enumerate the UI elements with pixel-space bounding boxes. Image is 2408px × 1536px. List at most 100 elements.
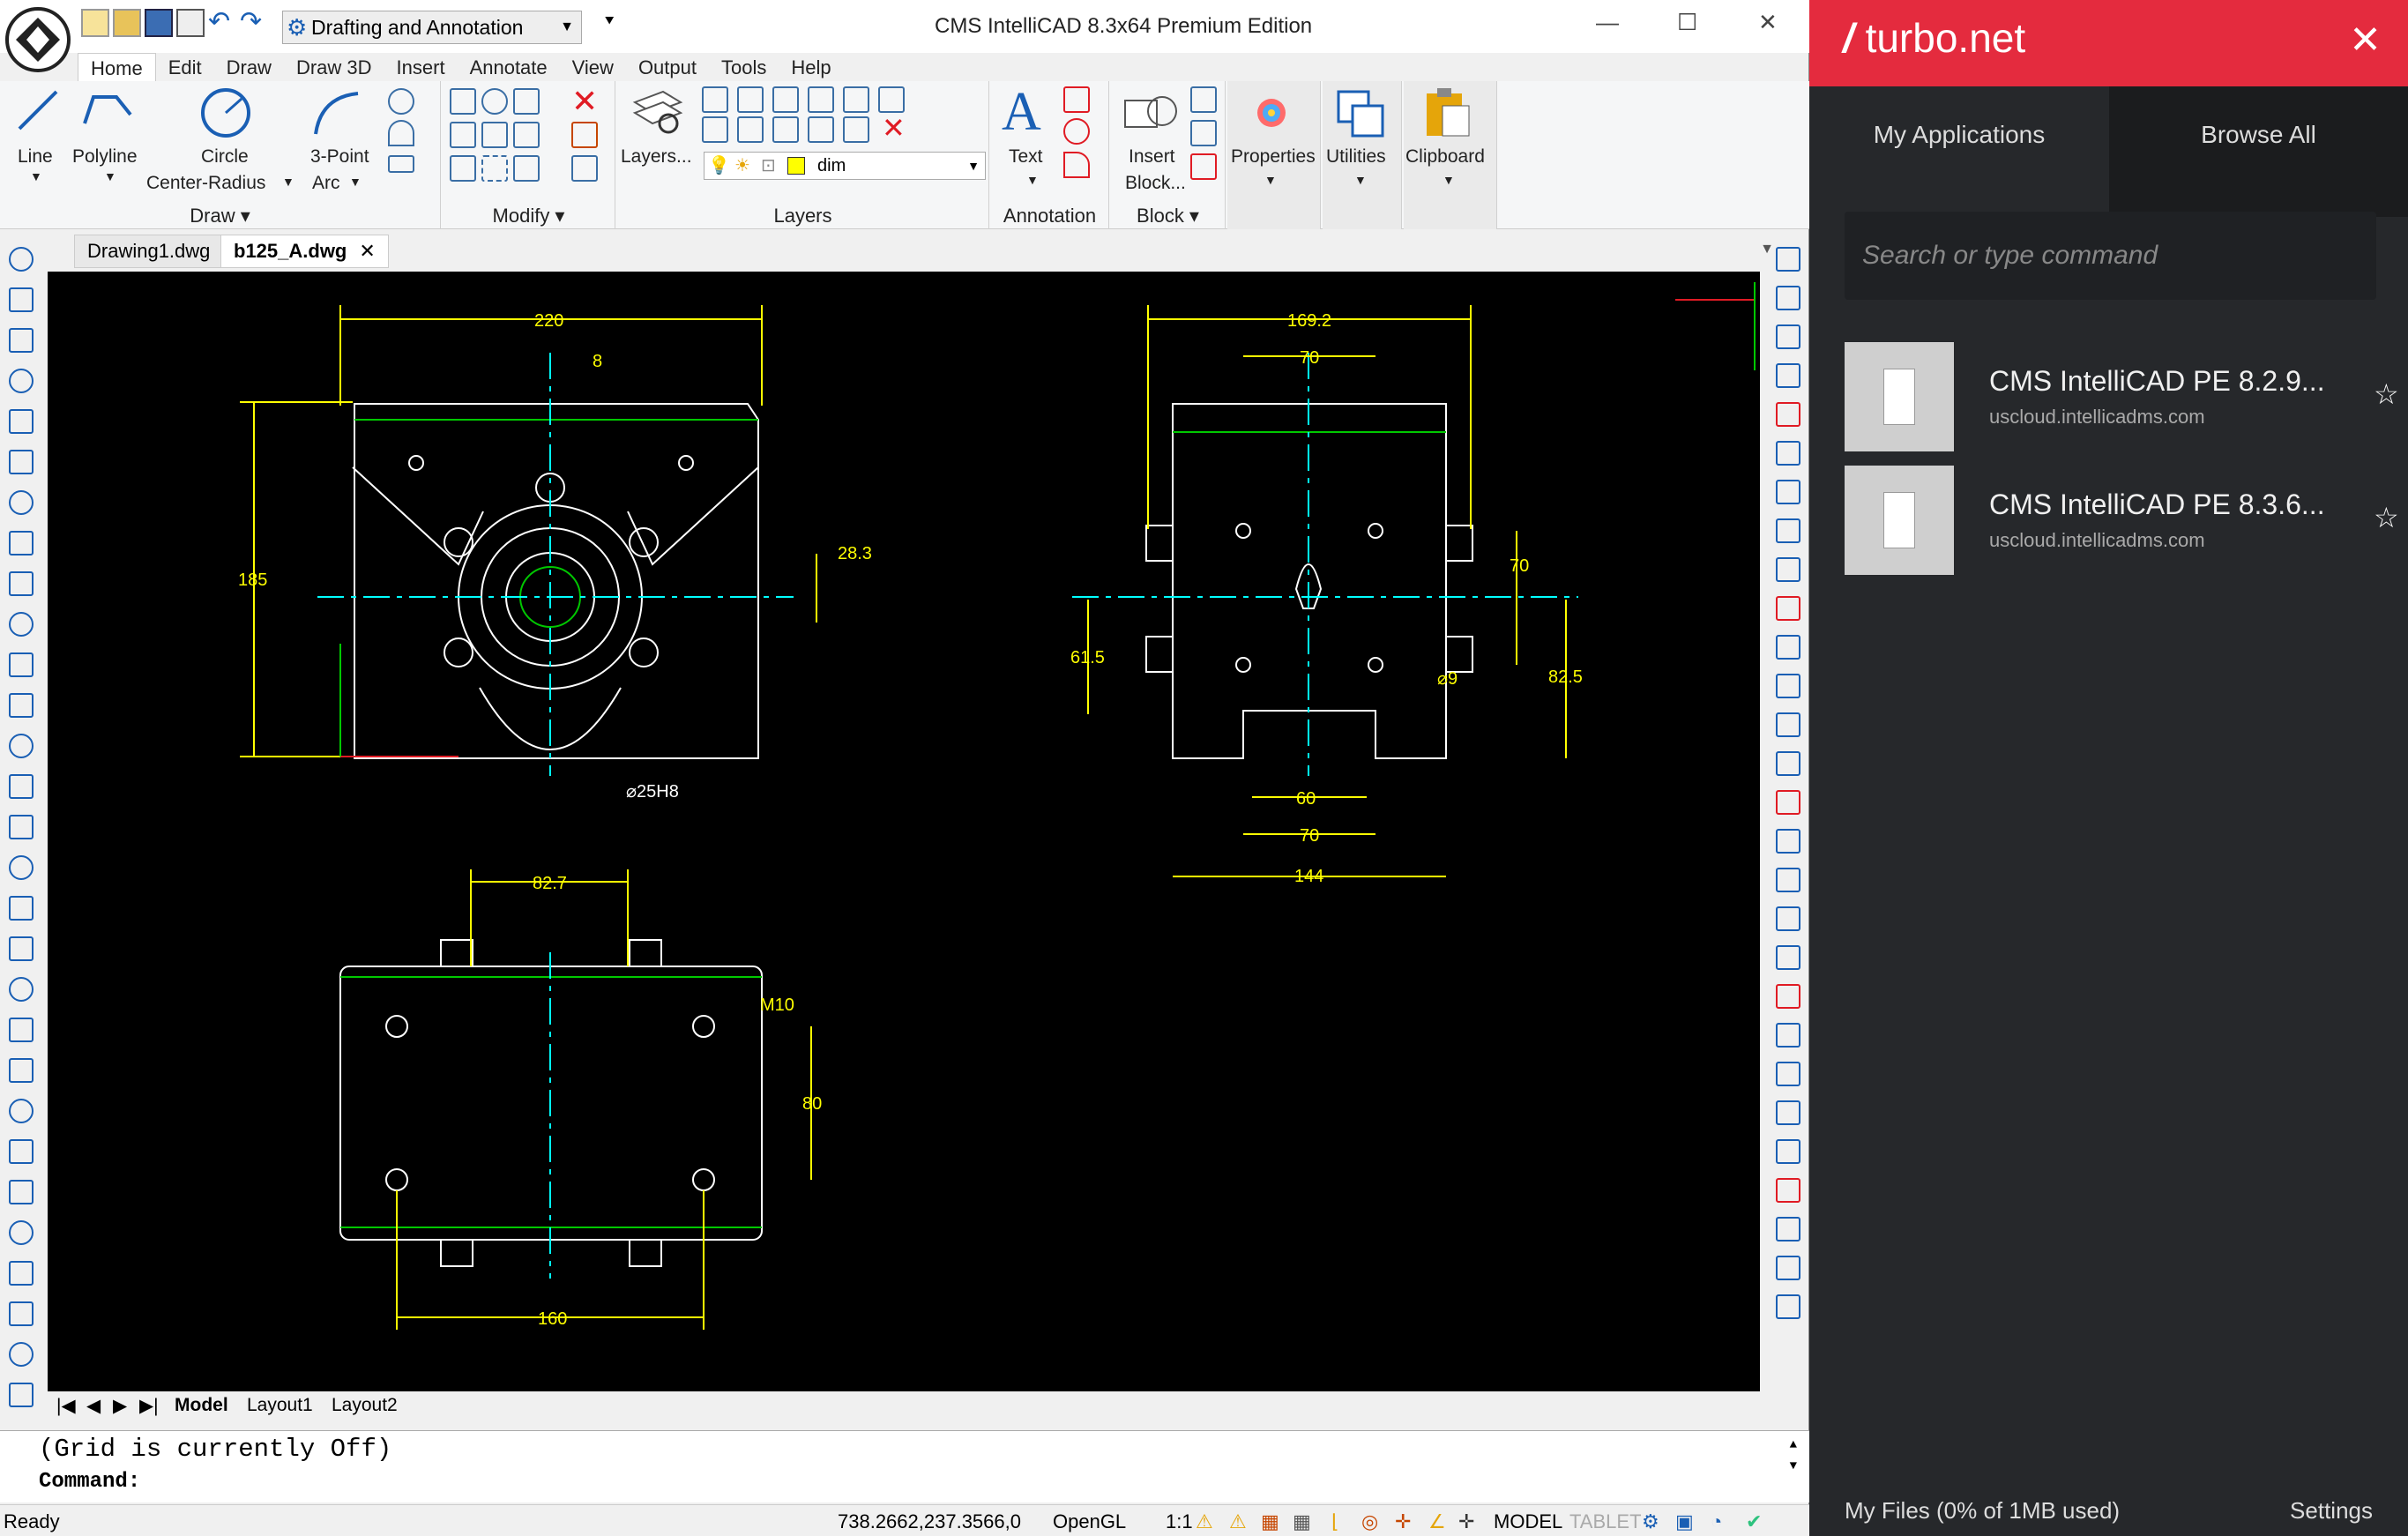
- text-button[interactable]: Text: [1009, 146, 1043, 168]
- measure-tool-icon[interactable]: [1776, 984, 1800, 1009]
- maximize-button[interactable]: ☐: [1677, 9, 1697, 36]
- circle-mode[interactable]: Center-Radius: [146, 173, 265, 194]
- layer-tool-6-icon[interactable]: [878, 86, 905, 113]
- regen-tool-icon[interactable]: [9, 1139, 34, 1164]
- chevron-down-icon[interactable]: ▼: [282, 175, 294, 189]
- open-file-icon[interactable]: [113, 9, 141, 37]
- explode-icon[interactable]: [571, 122, 598, 148]
- freehand-tool-icon[interactable]: [9, 409, 34, 434]
- divide-tool-icon[interactable]: [1776, 945, 1800, 970]
- tab-drawing1[interactable]: Drawing1.dwg: [74, 235, 224, 268]
- new-file-icon[interactable]: [81, 9, 109, 37]
- menu-help[interactable]: Help: [779, 53, 843, 81]
- next-layout-icon[interactable]: ▶: [113, 1395, 127, 1417]
- text-tool-icon[interactable]: [9, 1099, 34, 1123]
- annotation-scale[interactable]: 1:1: [1166, 1510, 1193, 1533]
- grid-icon[interactable]: ▦: [1293, 1510, 1311, 1533]
- align-tool-icon[interactable]: [1776, 868, 1800, 892]
- layers-icon[interactable]: [628, 85, 684, 138]
- ellipse-icon[interactable]: [388, 120, 414, 146]
- region-tool-icon[interactable]: [9, 855, 34, 880]
- first-layout-icon[interactable]: |◀: [56, 1395, 76, 1417]
- chevron-down-icon[interactable]: ▼: [349, 175, 362, 189]
- delete-icon[interactable]: ✕: [571, 83, 607, 119]
- app-item[interactable]: CMS IntelliCAD PE 8.3.6... uscloud.intel…: [1845, 466, 2408, 575]
- chevron-down-icon[interactable]: ▼: [1026, 173, 1039, 187]
- minimize-button[interactable]: —: [1596, 9, 1619, 36]
- pan-tool-icon[interactable]: [9, 1180, 34, 1204]
- tab-layout1[interactable]: Layout1: [247, 1395, 313, 1416]
- list-tool-icon[interactable]: [1776, 1294, 1800, 1319]
- chevron-down-icon[interactable]: ▼: [1354, 173, 1367, 187]
- utilities-group[interactable]: Utilities ▼: [1323, 81, 1402, 229]
- app-tile-icon[interactable]: [1845, 342, 1954, 451]
- close-tab-icon[interactable]: ✕: [359, 240, 375, 262]
- tablet-toggle[interactable]: TABLET: [1569, 1510, 1642, 1533]
- settings-link[interactable]: Settings: [2290, 1497, 2373, 1525]
- layers-button[interactable]: Layers...: [621, 146, 692, 168]
- ortho-icon[interactable]: ⌊: [1331, 1510, 1339, 1533]
- snap-icon[interactable]: ▦: [1261, 1510, 1279, 1533]
- block-create-icon[interactable]: [1190, 120, 1217, 146]
- chevron-down-icon[interactable]: ▼: [30, 169, 42, 183]
- ellipse-tool-icon[interactable]: [9, 531, 34, 555]
- arc-tool-icon[interactable]: [9, 490, 34, 515]
- properties-button[interactable]: Properties: [1231, 146, 1316, 168]
- osnap-icon[interactable]: ✛: [1395, 1510, 1411, 1533]
- fillet-icon[interactable]: [513, 122, 540, 148]
- menu-output[interactable]: Output: [626, 53, 709, 81]
- mtext-tool-icon[interactable]: [9, 1058, 34, 1083]
- layer-tool-1-icon[interactable]: [702, 86, 728, 113]
- print-icon[interactable]: [176, 9, 205, 37]
- customize-qat-icon[interactable]: ⯆: [603, 12, 615, 31]
- insert-block-sub[interactable]: Block...: [1125, 173, 1186, 194]
- spline-tool-icon[interactable]: [9, 369, 34, 393]
- settings-gear-icon[interactable]: ⚙: [1642, 1510, 1659, 1533]
- menu-tools[interactable]: Tools: [709, 53, 779, 81]
- menu-insert[interactable]: Insert: [384, 53, 458, 81]
- clipboard-button[interactable]: Clipboard: [1405, 146, 1485, 168]
- textedit-tool-icon[interactable]: [1776, 1100, 1800, 1125]
- favorite-star-icon[interactable]: ☆: [2374, 377, 2399, 411]
- group-tool-icon[interactable]: [1776, 1256, 1800, 1280]
- last-layout-icon[interactable]: ▶|: [139, 1395, 159, 1417]
- line-button[interactable]: Line: [18, 146, 53, 168]
- circle-button[interactable]: Circle: [201, 146, 249, 168]
- layer-tool-11-icon[interactable]: [843, 116, 869, 143]
- tab-my-applications[interactable]: My Applications: [1809, 86, 2109, 217]
- undo-icon[interactable]: ↶: [208, 9, 236, 37]
- circle-tool-icon[interactable]: [9, 450, 34, 474]
- stretch-icon[interactable]: [481, 155, 508, 182]
- arc-icon[interactable]: [310, 88, 363, 138]
- revcloud-tool-icon[interactable]: [9, 936, 34, 961]
- properties-group[interactable]: Properties ▼: [1227, 81, 1321, 229]
- zoom-prev-icon[interactable]: [9, 1342, 34, 1367]
- wipeout-tool-icon[interactable]: [9, 896, 34, 921]
- menu-annotate[interactable]: Annotate: [458, 53, 560, 81]
- chamfer-tool-icon[interactable]: [1776, 790, 1800, 815]
- prev-layout-icon[interactable]: ◀: [86, 1395, 101, 1417]
- lengthen-tool-icon[interactable]: [1776, 596, 1800, 621]
- polyline-button[interactable]: Polyline: [72, 146, 138, 168]
- current-layer-select[interactable]: 💡 ☀ ⊡ dim ▼: [704, 152, 986, 180]
- rectangle-icon[interactable]: [388, 155, 414, 173]
- break-tool-icon[interactable]: [1776, 712, 1800, 737]
- tab-browse-all[interactable]: Browse All: [2109, 86, 2408, 217]
- copy-icon[interactable]: [450, 88, 476, 115]
- layer-tool-8-icon[interactable]: [737, 116, 764, 143]
- leader-icon[interactable]: [1063, 152, 1090, 178]
- tab-model[interactable]: Model: [175, 1395, 228, 1416]
- zoom-realtime-icon[interactable]: [9, 1383, 34, 1407]
- offset-tool-icon[interactable]: [1776, 363, 1800, 388]
- trim-tool-icon[interactable]: [1776, 635, 1800, 660]
- polyline-icon[interactable]: [81, 88, 134, 132]
- scroll-up-icon[interactable]: ▲: [1790, 1438, 1797, 1452]
- search-input[interactable]: [1862, 235, 2356, 277]
- trim-icon[interactable]: [571, 155, 598, 182]
- boundary-tool-icon[interactable]: [9, 815, 34, 839]
- properties-tool-icon[interactable]: [1776, 1178, 1800, 1203]
- layer-tool-9-icon[interactable]: [772, 116, 799, 143]
- lineweight-icon[interactable]: ✛: [1458, 1510, 1474, 1533]
- annotation-visibility-icon[interactable]: ⚠: [1196, 1510, 1213, 1533]
- tab-b125[interactable]: b125_A.dwg ✕: [220, 235, 389, 268]
